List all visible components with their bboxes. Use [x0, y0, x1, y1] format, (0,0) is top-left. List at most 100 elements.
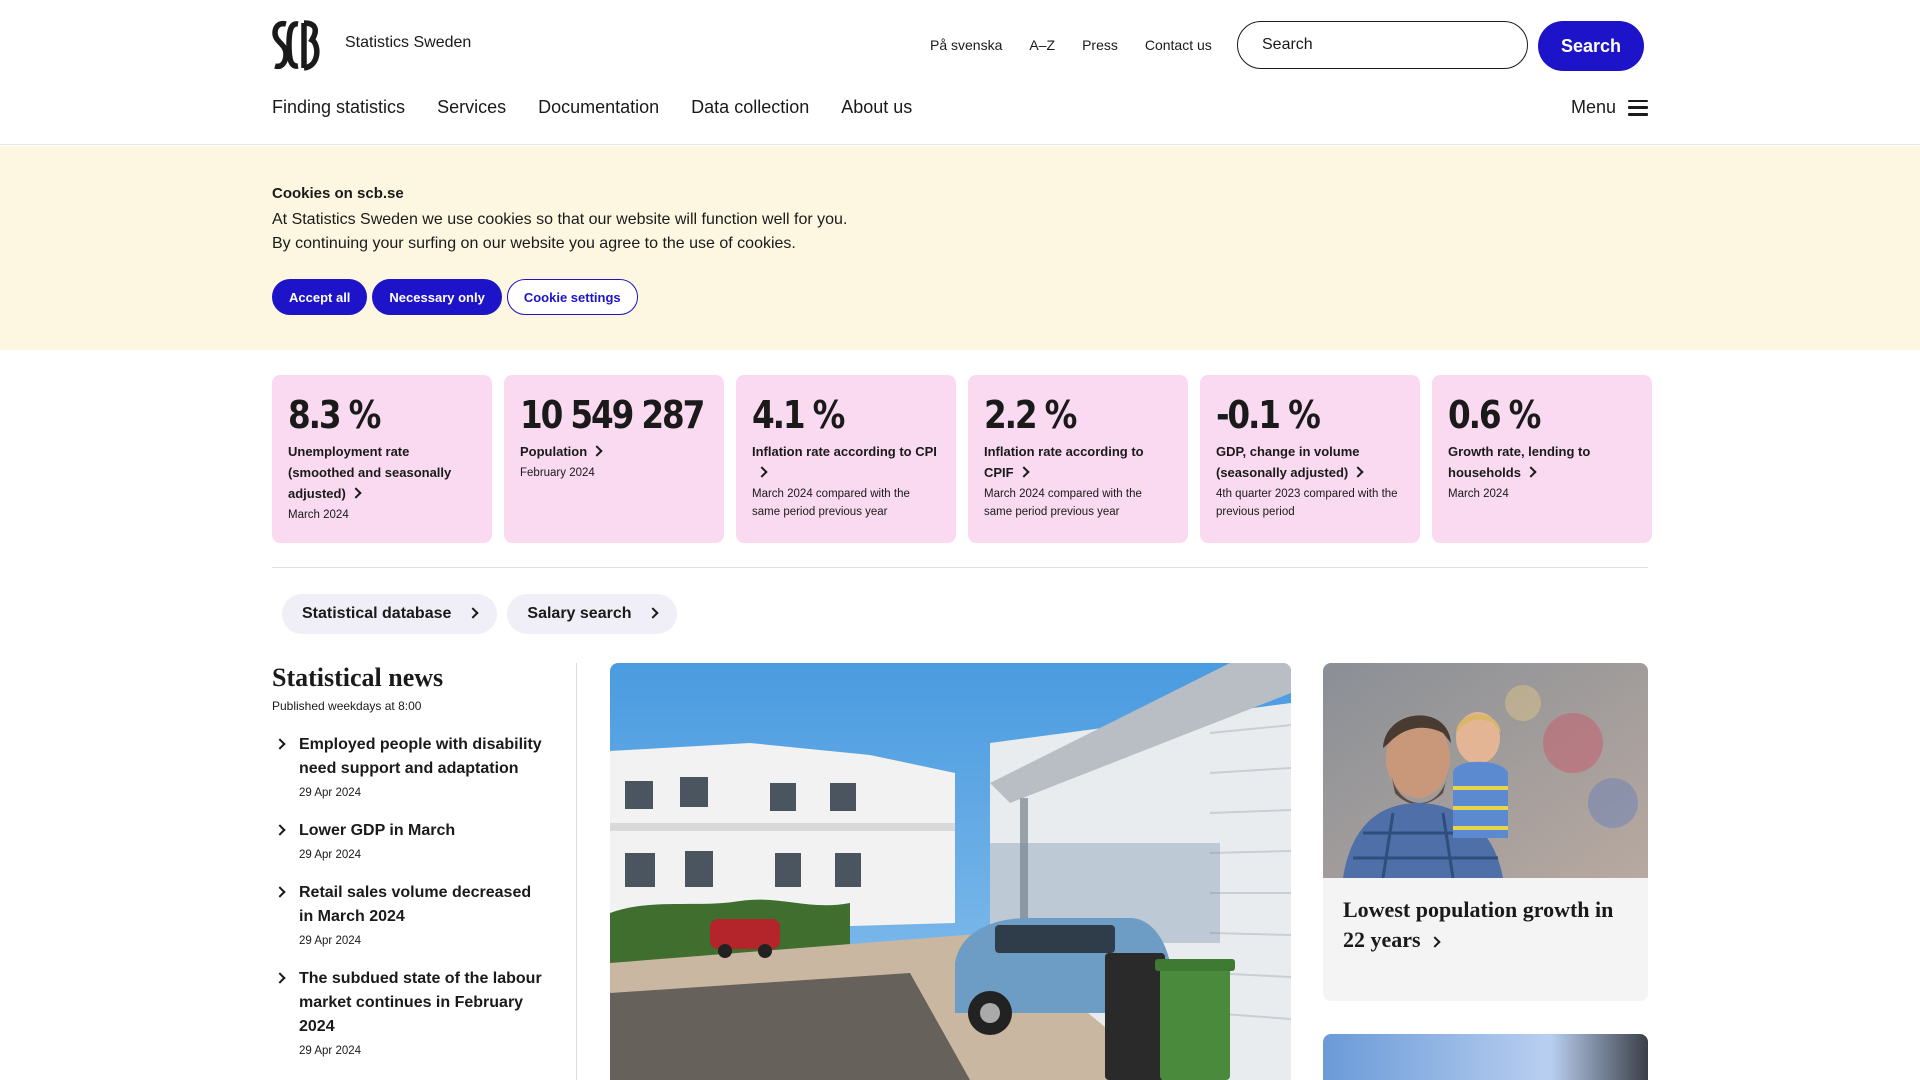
key-figure-label-text: Inflation rate according to CPIF: [984, 444, 1144, 480]
key-figure-label-text: Growth rate, lending to households: [1448, 444, 1591, 480]
press-link[interactable]: Press: [1082, 37, 1118, 53]
key-figure-value: 10 549 287: [520, 393, 705, 437]
key-figure-card[interactable]: 4.1 % Inflation rate according to CPI Ma…: [736, 375, 956, 543]
necessary-only-button[interactable]: Necessary only: [372, 279, 502, 315]
nav-services[interactable]: Services: [437, 97, 506, 118]
contact-link[interactable]: Contact us: [1145, 37, 1212, 53]
chevron-right-icon: [274, 824, 286, 836]
news-subtitle: Published weekdays at 8:00: [272, 699, 422, 713]
feature-card[interactable]: Lowest population growth in 22 years: [1323, 663, 1648, 1001]
news-item[interactable]: Employed people with disability need sup…: [272, 733, 576, 799]
salary-search-link[interactable]: Salary search: [507, 594, 678, 634]
hero-image[interactable]: [610, 663, 1291, 1080]
feature-title-text: Lowest population growth in 22 years: [1343, 897, 1614, 952]
chevron-right-icon: [467, 607, 480, 619]
chevron-right-icon: [1428, 936, 1441, 948]
accept-all-button[interactable]: Accept all: [272, 279, 368, 315]
cookie-actions: Accept all Necessary only Cookie setting…: [272, 279, 638, 315]
news-item[interactable]: Retail sales volume decreased in March 2…: [272, 881, 576, 947]
key-figure-value: 4.1 %: [752, 393, 845, 437]
chevron-right-icon: [647, 607, 660, 619]
key-figure-value: 8.3 %: [288, 393, 381, 437]
cookie-banner: Cookies on scb.se At Statistics Sweden w…: [0, 146, 1920, 350]
key-figure-period: March 2024: [288, 509, 349, 521]
news-item-date: 29 Apr 2024: [299, 849, 362, 861]
cookie-text: At Statistics Sweden we use cookies so t…: [272, 208, 847, 256]
key-figure-label-text: Unemployment rate (smoothed and seasonal…: [288, 444, 452, 501]
key-figure-card[interactable]: 2.2 % Inflation rate according to CPIF M…: [968, 375, 1188, 543]
menu-button[interactable]: Menu: [1571, 97, 1649, 118]
cookie-text-line: By continuing your surfing on our websit…: [272, 235, 796, 252]
statistical-database-link[interactable]: Statistical database: [282, 594, 498, 634]
chevron-right-icon: [350, 487, 362, 499]
news-item[interactable]: The subdued state of the labour market c…: [272, 967, 576, 1057]
key-figure-label-text: GDP, change in volume (seasonally adjust…: [1216, 444, 1360, 480]
chevron-right-icon: [756, 466, 768, 478]
feature-card-2[interactable]: [1323, 1034, 1648, 1080]
nav-documentation[interactable]: Documentation: [538, 97, 659, 118]
key-figure-card[interactable]: 0.6 % Growth rate, lending to households…: [1432, 375, 1652, 543]
news-item-date: 29 Apr 2024: [299, 935, 362, 947]
search-button[interactable]: Search: [1538, 21, 1644, 71]
a-z-link[interactable]: A–Z: [1029, 37, 1055, 53]
key-figure-value: 0.6 %: [1448, 393, 1541, 437]
search-input[interactable]: [1237, 21, 1528, 69]
feature-title[interactable]: Lowest population growth in 22 years: [1343, 895, 1633, 955]
feature-photo-2: [1323, 1034, 1648, 1080]
hamburger-icon: [1628, 99, 1649, 116]
chevron-right-icon: [274, 972, 286, 984]
key-figure-card[interactable]: 8.3 % Unemployment rate (smoothed and se…: [272, 375, 492, 543]
chevron-right-icon: [1352, 466, 1364, 478]
chevron-right-icon: [274, 886, 286, 898]
key-figure-label[interactable]: Growth rate, lending to households: [1448, 441, 1636, 483]
chevron-right-icon: [1525, 466, 1537, 478]
language-link[interactable]: På svenska: [930, 37, 1002, 53]
key-figure-label-text: Population: [520, 444, 588, 459]
section-divider: [272, 567, 1648, 568]
cookie-title: Cookies on scb.se: [272, 185, 404, 202]
cookie-settings-button[interactable]: Cookie settings: [506, 279, 638, 315]
key-figure-card[interactable]: -0.1 % GDP, change in volume (seasonally…: [1200, 375, 1420, 543]
key-figure-label[interactable]: Population: [520, 441, 708, 462]
news-item[interactable]: Lower GDP in March 29 Apr 2024: [272, 819, 576, 861]
news-heading: Statistical news: [272, 663, 444, 692]
utility-nav: På svenska A–Z Press Contact us: [930, 37, 1239, 53]
key-figure-period: 4th quarter 2023 compared with the previ…: [1216, 488, 1398, 518]
key-figures: 8.3 % Unemployment rate (smoothed and se…: [272, 375, 1652, 543]
key-figure-label-text: Inflation rate according to CPI: [752, 444, 937, 459]
menu-label: Menu: [1571, 97, 1617, 117]
nav-about-us[interactable]: About us: [841, 97, 912, 118]
main-nav: Finding statistics Services Documentatio…: [272, 97, 944, 118]
chevron-right-icon: [274, 738, 286, 750]
news-item-title[interactable]: The subdued state of the labour market c…: [299, 967, 549, 1039]
statistical-news: Statistical news Published weekdays at 8…: [272, 663, 577, 1080]
quick-link-label: Statistical database: [302, 605, 452, 622]
news-item-date: 29 Apr 2024: [299, 1045, 362, 1057]
key-figure-period: March 2024: [1448, 488, 1509, 500]
family-photo: [1323, 663, 1648, 879]
news-item-title[interactable]: Lower GDP in March: [299, 819, 549, 843]
news-item-date: 29 Apr 2024: [299, 787, 362, 799]
news-item-title[interactable]: Employed people with disability need sup…: [299, 733, 549, 781]
key-figure-label[interactable]: Unemployment rate (smoothed and seasonal…: [288, 441, 476, 504]
cookie-text-line: At Statistics Sweden we use cookies so t…: [272, 211, 848, 228]
quick-link-label: Salary search: [527, 605, 632, 622]
key-figure-period: March 2024 compared with the same period…: [752, 488, 910, 518]
news-item-title[interactable]: Retail sales volume decreased in March 2…: [299, 881, 549, 929]
key-figure-period: March 2024 compared with the same period…: [984, 488, 1142, 518]
key-figure-label[interactable]: Inflation rate according to CPIF: [984, 441, 1172, 483]
key-figure-label[interactable]: Inflation rate according to CPI: [752, 441, 940, 483]
chevron-right-icon: [1017, 466, 1030, 478]
site-name[interactable]: Statistics Sweden: [345, 34, 471, 52]
quick-links: Statistical database Salary search: [282, 594, 678, 634]
key-figure-value: 2.2 %: [984, 393, 1077, 437]
nav-data-collection[interactable]: Data collection: [691, 97, 809, 118]
news-list: Employed people with disability need sup…: [272, 733, 576, 1057]
key-figure-card[interactable]: 10 549 287 Population February 2024: [504, 375, 724, 543]
key-figure-period: February 2024: [520, 467, 595, 479]
nav-finding-statistics[interactable]: Finding statistics: [272, 97, 405, 118]
key-figure-value: -0.1 %: [1216, 393, 1321, 437]
key-figure-label[interactable]: GDP, change in volume (seasonally adjust…: [1216, 441, 1404, 483]
chevron-right-icon: [591, 445, 603, 457]
scb-logo[interactable]: [272, 18, 322, 73]
